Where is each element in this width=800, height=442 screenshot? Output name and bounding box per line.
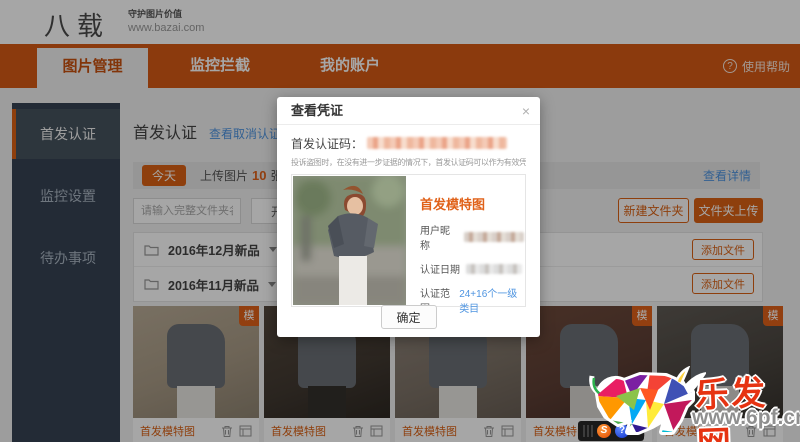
certificate-info: 首发模特图 用户昵称 认证日期 认证范围 24+16个一级类目: [406, 176, 524, 315]
certificate-title: 首发模特图: [420, 197, 486, 212]
confirm-button[interactable]: 确定: [380, 305, 437, 329]
modal-footer: 确定: [277, 305, 540, 329]
certificate-card: 首发模特图 用户昵称 认证日期 认证范围 24+16个一级类目: [291, 174, 526, 315]
ime-toolbar: S ?: [578, 421, 644, 441]
grip-handle-icon[interactable]: [583, 425, 593, 437]
close-icon[interactable]: ×: [522, 97, 530, 125]
auth-code-redacted: [367, 137, 508, 149]
cert-date-row: 认证日期: [420, 261, 524, 276]
sogou-icon[interactable]: S: [597, 424, 611, 438]
nickname-redacted: [464, 232, 524, 242]
nickname-label: 用户昵称: [420, 226, 450, 252]
nickname-row: 用户昵称: [420, 222, 524, 252]
cert-date-label: 认证日期: [420, 265, 460, 276]
certified-model-photo: [293, 176, 406, 305]
view-certificate-modal: 查看凭证 × 首发认证码： 投诉盗图时，在没有进一步证据的情况下，首发认证码可以…: [277, 97, 540, 337]
auth-code-row: 首发认证码：: [291, 133, 526, 153]
auth-code-label: 首发认证码：: [291, 136, 364, 151]
toolbar-caret-icon[interactable]: [633, 429, 639, 433]
modal-note: 投诉盗图时，在没有进一步证据的情况下，首发认证码可以作为有效凭证。: [291, 158, 526, 167]
modal-titlebar: 查看凭证 ×: [277, 97, 540, 125]
modal-title: 查看凭证: [291, 103, 344, 118]
modal-body: 首发认证码： 投诉盗图时，在没有进一步证据的情况下，首发认证码可以作为有效凭证。: [277, 125, 540, 315]
cert-date-redacted: [466, 263, 522, 274]
app-screen: 八载 守护图片价值 www.bazai.com 图片管理 监控拦截 我的账户 ?…: [0, 0, 800, 442]
question-icon[interactable]: ?: [615, 424, 629, 438]
